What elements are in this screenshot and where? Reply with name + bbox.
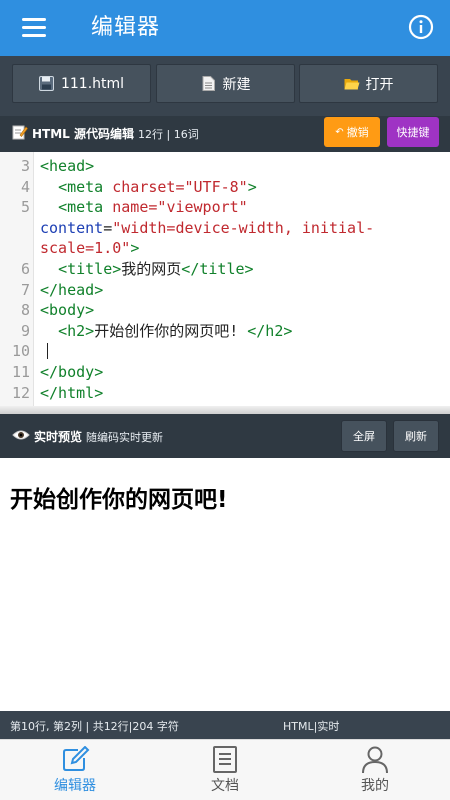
undo-label: 撤销 — [346, 126, 369, 139]
refresh-label: 刷新 — [405, 430, 427, 443]
open-file-button[interactable]: 打开 — [299, 64, 438, 103]
document-list-icon — [213, 746, 237, 773]
nav-item-editor[interactable]: 编辑器 — [0, 740, 150, 800]
refresh-button[interactable]: 刷新 — [393, 420, 439, 452]
fullscreen-label: 全屏 — [353, 430, 375, 443]
line-number-gutter: 3 4 5 6 7 8 9 10 11 12 — [0, 152, 34, 406]
hamburger-menu-icon[interactable] — [16, 14, 52, 42]
code-line: </head> — [40, 280, 104, 299]
preview-heading: 开始创作你的网页吧! — [10, 487, 228, 513]
eye-icon — [12, 429, 30, 444]
file-toolbar: 111.html 新建 打开 — [0, 56, 450, 116]
line-number: 8 — [20, 301, 30, 320]
open-folder-icon — [344, 76, 360, 92]
line-number: 10 — [11, 342, 30, 361]
line-number: 9 — [20, 321, 30, 340]
nav-item-profile[interactable]: 我的 — [300, 740, 450, 800]
app-title: 编辑器 — [91, 15, 161, 40]
code-line: </body> — [40, 363, 104, 381]
editor-preview-divider[interactable] — [0, 406, 450, 414]
undo-icon: ↶ — [335, 126, 344, 138]
code-line: <title>我的网页</title> — [58, 260, 254, 278]
edit-icon — [63, 746, 90, 771]
memo-pencil-icon — [12, 124, 28, 143]
nav-label-profile: 我的 — [361, 778, 389, 794]
new-file-button[interactable]: 新建 — [156, 64, 295, 103]
current-file-label: 111.html — [60, 75, 125, 92]
line-number: 11 — [11, 363, 30, 381]
editor-header: HTML 源代码编辑 12行 | 16词 ↶ 撤销 快捷键 — [0, 116, 450, 152]
code-line: <meta charset="UTF-8"> — [58, 177, 257, 196]
editor-title: HTML 源代码编辑 — [32, 127, 134, 141]
shortcut-keys-button[interactable]: 快捷键 — [387, 117, 439, 147]
code-line: <body> — [40, 301, 95, 320]
nav-label-docs: 文档 — [211, 778, 239, 794]
nav-item-docs[interactable]: 文档 — [150, 740, 300, 800]
line-number: 7 — [20, 280, 30, 299]
editor-stats: 12行 | 16词 — [138, 127, 199, 141]
code-line: scale=1.0"> — [40, 239, 140, 258]
line-number: 12 — [11, 383, 30, 402]
line-number: 5 — [20, 198, 30, 217]
preview-title: 实时预览 — [34, 430, 83, 444]
line-number: 3 — [20, 157, 30, 175]
info-circle-icon[interactable] — [408, 14, 434, 40]
line-number: 4 — [20, 177, 30, 196]
document-icon — [201, 76, 217, 92]
nav-label-editor: 编辑器 — [54, 778, 96, 794]
preview-header: 实时预览 随编码实时更新 全屏 刷新 — [0, 414, 450, 458]
code-line: content="width=device-width, initial- — [40, 218, 375, 237]
shortcut-keys-label: 快捷键 — [396, 126, 430, 139]
code-line: <h2>开始创作你的网页吧! </h2> — [58, 321, 293, 340]
mode-status: HTML|实时 — [283, 720, 340, 733]
live-preview-pane: 开始创作你的网页吧! — [0, 458, 450, 711]
status-bar: 第10行, 第2列 | 共12行|204 字符 HTML|实时 — [0, 711, 450, 739]
code-line: <head> — [40, 157, 95, 175]
code-line: <meta name="viewport" — [58, 198, 248, 217]
open-file-label: 打开 — [365, 76, 394, 93]
current-file-button[interactable]: 111.html — [12, 64, 151, 103]
text-cursor — [47, 343, 48, 359]
app-bar: 编辑器 — [0, 0, 450, 56]
undo-button[interactable]: ↶ 撤销 — [324, 117, 380, 147]
code-line: </html> — [40, 383, 104, 402]
editor-title-group: HTML 源代码编辑 12行 | 16词 — [12, 124, 199, 143]
cursor-position-status: 第10行, 第2列 | 共12行|204 字符 — [10, 720, 179, 733]
preview-title-group: 实时预览 随编码实时更新 — [12, 428, 163, 445]
line-number: 6 — [20, 260, 30, 278]
fullscreen-button[interactable]: 全屏 — [341, 420, 387, 452]
bottom-navigation: 编辑器 文档 我的 — [0, 739, 450, 800]
floppy-disk-icon — [39, 76, 55, 92]
user-icon — [362, 746, 388, 774]
preview-subtitle: 随编码实时更新 — [86, 430, 164, 444]
code-editor[interactable]: 3 4 5 6 7 8 9 10 11 12 <head> <meta charset="UTF-… — [0, 152, 450, 406]
new-file-label: 新建 — [222, 76, 251, 93]
